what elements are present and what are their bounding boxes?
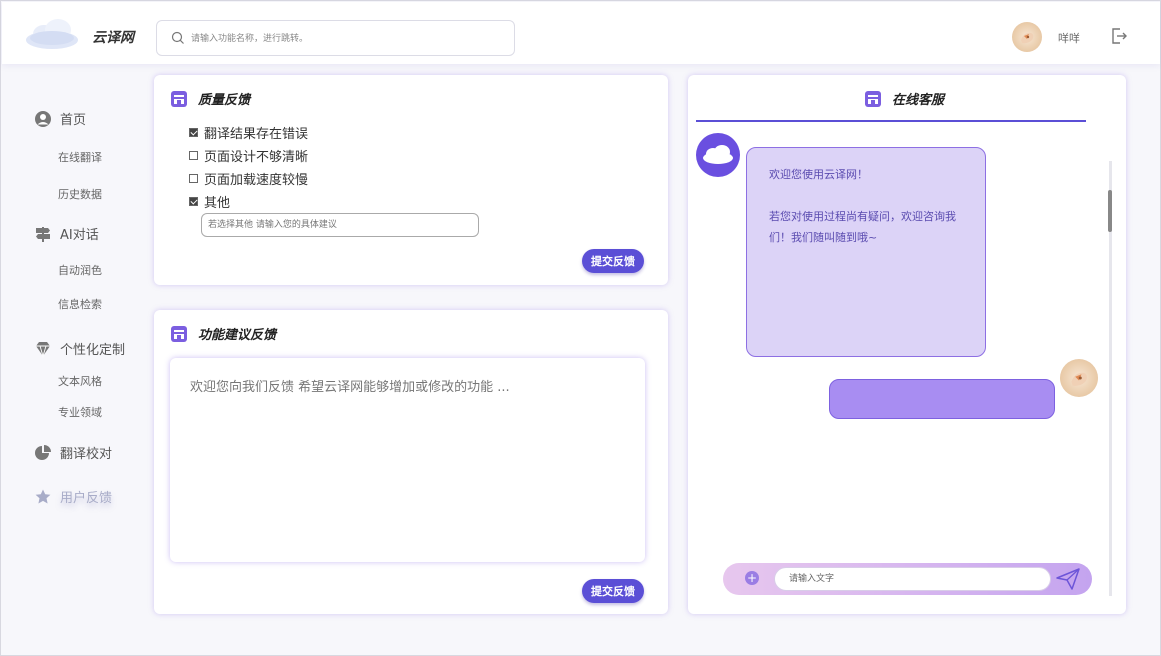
chat-title: 在线客服 <box>892 93 945 108</box>
sidebar-item-domain[interactable]: 专业领域 <box>58 404 102 420</box>
chat-scrollbar-thumb[interactable] <box>1108 190 1112 232</box>
signpost-icon <box>36 226 50 242</box>
card-title: 在线客服 <box>864 89 944 108</box>
quality-options: 翻译结果存在错误 页面设计不够清晰 页面加载速度较慢 其他 <box>189 121 308 213</box>
user-circle-icon <box>35 110 51 127</box>
diamond-icon <box>36 341 50 358</box>
sidebar-item-search-info[interactable]: 信息检索 <box>58 296 102 312</box>
sidebar-item-label: 个性化定制 <box>60 343 126 358</box>
user-avatar[interactable] <box>1012 22 1042 52</box>
chat-title-divider <box>696 120 1086 122</box>
store-icon <box>171 325 187 342</box>
cloud-logo-icon <box>26 19 78 49</box>
bot-message-line: 欢迎您使用云译网！ <box>769 168 868 181</box>
app-frame: 云译网 咩咩 <box>0 0 1161 656</box>
sidebar-item-proofread[interactable]: 翻译校对 <box>34 443 112 462</box>
search-input[interactable] <box>191 30 501 48</box>
card-title: 质量反馈 <box>170 89 250 108</box>
avatar-image <box>1021 32 1034 44</box>
add-icon[interactable]: + <box>745 571 759 585</box>
option-label: 翻译结果存在错误 <box>204 127 309 142</box>
suggestion-submit-button[interactable]: 提交反馈 <box>582 579 644 603</box>
other-suggestion-input[interactable] <box>201 213 479 237</box>
sidebar-item-label: AI对话 <box>60 228 99 243</box>
quality-feedback-card: 质量反馈 翻译结果存在错误 页面设计不够清晰 页面加载速度较慢 其他 提交反馈 <box>154 75 668 285</box>
online-service-card: 在线客服 欢迎您使用云译网！ 若您对使用过程尚有疑问，欢迎咨询我们！我们随叫随到… <box>688 75 1126 614</box>
pie-chart-icon <box>35 444 51 460</box>
quality-submit-button[interactable]: 提交反馈 <box>582 249 644 273</box>
top-header: 云译网 咩咩 <box>2 2 1160 64</box>
send-icon[interactable] <box>1055 566 1081 592</box>
suggestion-title: 功能建议反馈 <box>198 328 277 343</box>
option-slow-loading[interactable]: 页面加载速度较慢 <box>189 167 308 190</box>
suggestion-box <box>170 358 645 562</box>
avatar-image <box>1071 372 1087 386</box>
user-message-bubble <box>829 379 1055 419</box>
sidebar-item-label: 首页 <box>60 113 87 128</box>
option-other[interactable]: 其他 <box>189 190 308 213</box>
checkbox[interactable] <box>189 151 198 160</box>
bot-message-bubble: 欢迎您使用云译网！ 若您对使用过程尚有疑问，欢迎咨询我们！我们随叫随到哦~ <box>746 147 986 357</box>
sidebar-item-online-translate[interactable]: 在线翻译 <box>58 149 102 165</box>
username-label[interactable]: 咩咩 <box>1058 30 1080 46</box>
user-chat-avatar <box>1060 359 1098 397</box>
option-design-unclear[interactable]: 页面设计不够清晰 <box>189 144 308 167</box>
star-icon <box>35 489 51 503</box>
bot-avatar <box>696 133 740 177</box>
sidebar-item-history[interactable]: 历史数据 <box>58 186 102 202</box>
chat-message-input[interactable] <box>774 567 1051 591</box>
sidebar-item-home[interactable]: 首页 <box>34 109 86 128</box>
cloud-icon <box>703 145 733 164</box>
brand-name: 云译网 <box>92 30 134 46</box>
sidebar-item-ai-chat[interactable]: AI对话 <box>34 224 99 243</box>
option-label: 页面加载速度较慢 <box>204 173 309 188</box>
checkbox[interactable] <box>189 174 198 183</box>
store-icon <box>171 90 187 107</box>
search-icon <box>171 31 184 44</box>
option-label: 页面设计不够清晰 <box>204 150 309 165</box>
suggestion-feedback-card: 功能建议反馈 提交反馈 <box>154 310 668 614</box>
sidebar-item-text-style[interactable]: 文本风格 <box>58 373 102 389</box>
chat-input-bar: + <box>723 563 1092 595</box>
sidebar: 首页 在线翻译 历史数据 AI对话 自动润色 信息检索 个性化定制 文本风格 专… <box>2 65 142 655</box>
sidebar-item-label: 翻译校对 <box>60 447 113 462</box>
search-box[interactable] <box>156 20 515 56</box>
bot-message-line: 若您对使用过程尚有疑问，欢迎咨询我们！我们随叫随到哦~ <box>769 210 956 244</box>
sidebar-item-customize[interactable]: 个性化定制 <box>34 339 125 358</box>
card-title: 功能建议反馈 <box>170 324 276 343</box>
quality-title: 质量反馈 <box>198 93 251 108</box>
logout-icon[interactable] <box>1110 27 1128 45</box>
sidebar-item-label: 用户反馈 <box>60 491 113 506</box>
checkbox-checked[interactable] <box>189 128 198 137</box>
sidebar-item-feedback[interactable]: 用户反馈 <box>34 487 112 506</box>
sidebar-item-polish[interactable]: 自动润色 <box>58 262 102 278</box>
checkbox-checked[interactable] <box>189 197 198 206</box>
option-translation-error[interactable]: 翻译结果存在错误 <box>189 121 308 144</box>
suggestion-textarea[interactable] <box>170 358 645 562</box>
store-icon <box>865 90 881 107</box>
option-label: 其他 <box>204 196 231 211</box>
